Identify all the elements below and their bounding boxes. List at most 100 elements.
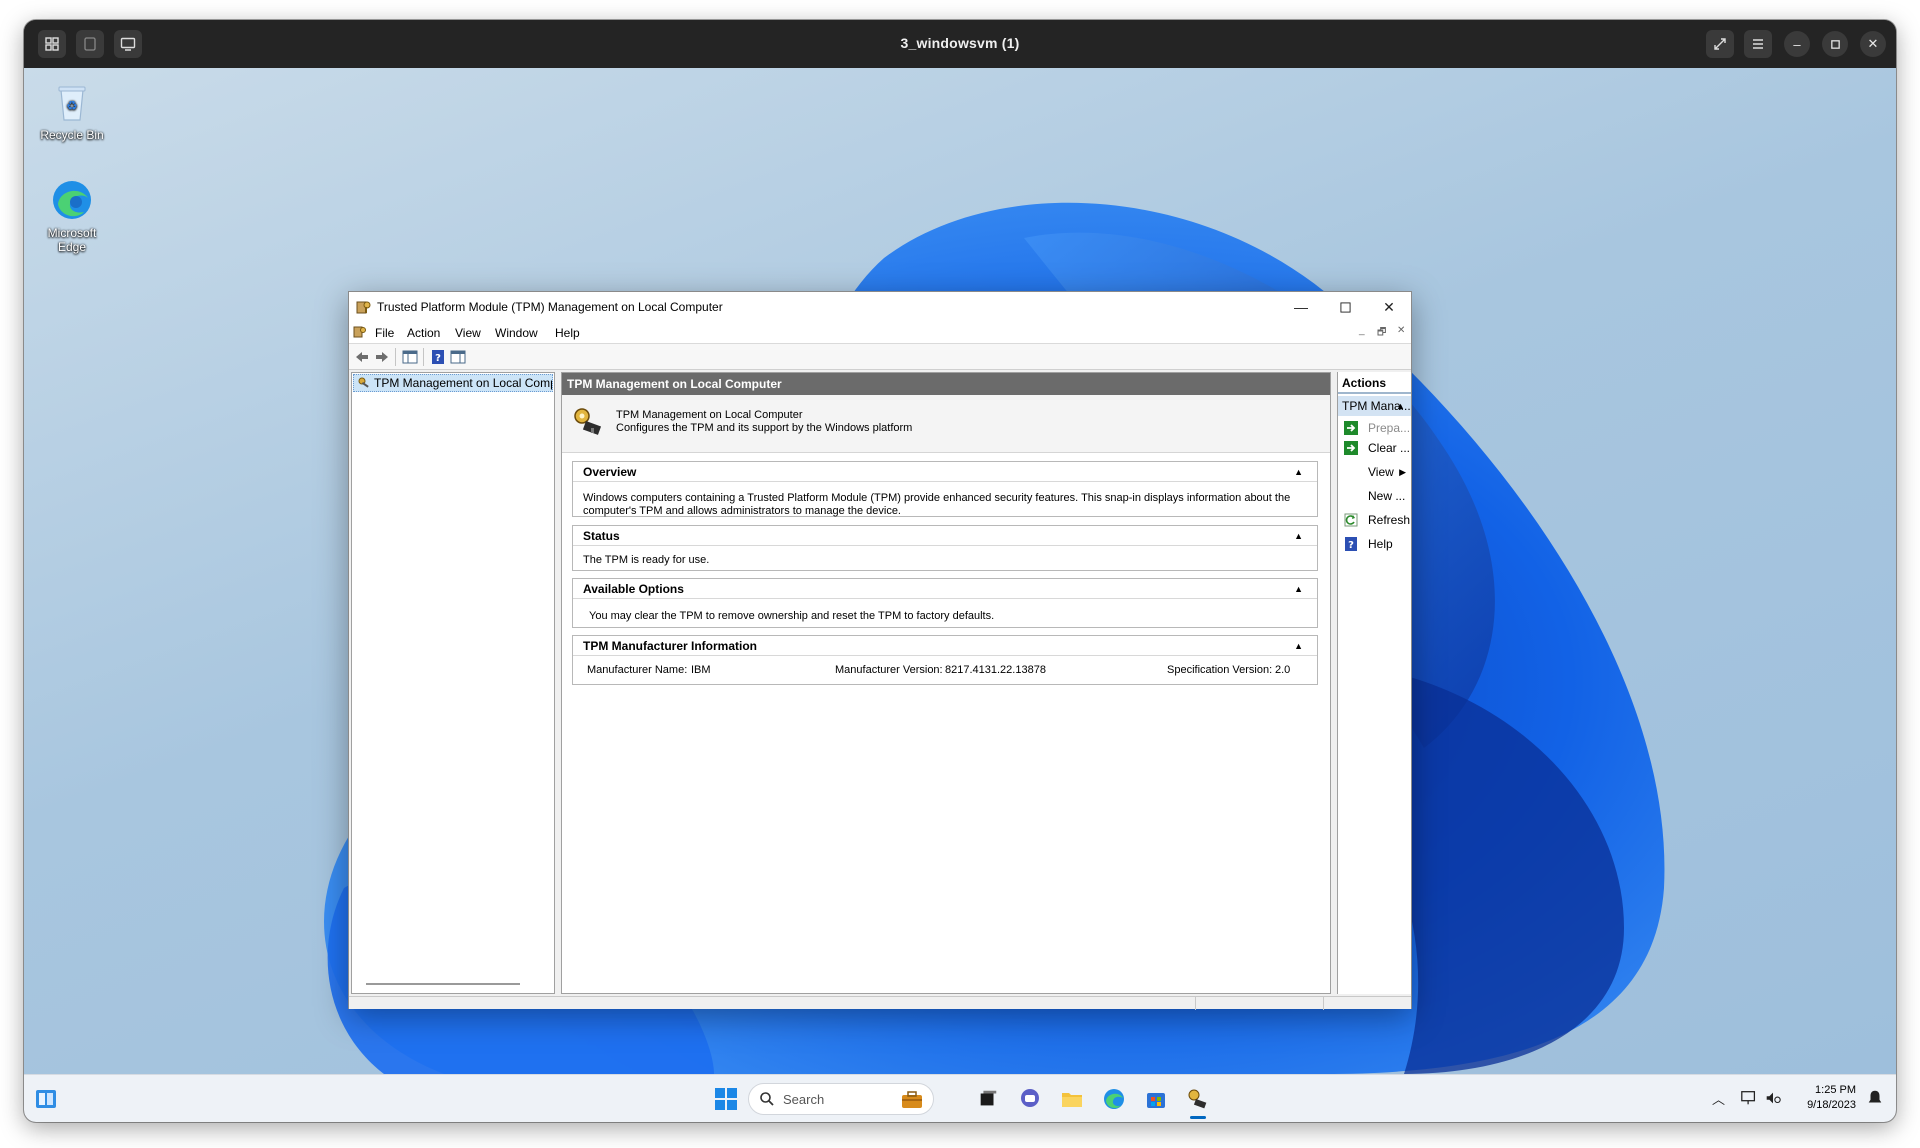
- menu-help[interactable]: Help: [555, 326, 580, 340]
- console-tree[interactable]: TPM Management on Local Comp: [351, 372, 555, 994]
- collapse-caret-icon[interactable]: ▲: [1294, 526, 1303, 546]
- status-divider: [1323, 997, 1324, 1010]
- manufacturer-version-label: Manufacturer Version:: [835, 664, 943, 676]
- refresh-icon: [1344, 513, 1358, 527]
- actions-title: Actions: [1338, 372, 1411, 394]
- vm-close-icon[interactable]: ✕: [1860, 31, 1886, 57]
- intro-title: TPM Management on Local Computer: [616, 409, 803, 421]
- collapse-caret-icon[interactable]: ▲: [1294, 636, 1303, 656]
- action-clear[interactable]: Clear ...: [1338, 438, 1412, 458]
- search-icon: [759, 1091, 775, 1107]
- status-section: Status ▲ The TPM is ready for use.: [572, 525, 1318, 571]
- close-button[interactable]: ✕: [1367, 292, 1411, 322]
- tpm-app-icon: [355, 299, 371, 315]
- green-arrow-icon: [1344, 421, 1358, 435]
- search-highlight-icon: [899, 1088, 925, 1112]
- menu-action[interactable]: Action: [407, 326, 440, 340]
- collapse-caret-icon[interactable]: ▲: [1294, 462, 1303, 482]
- show-hide-tree-icon[interactable]: [401, 348, 419, 366]
- help-icon: ?: [1344, 537, 1358, 551]
- back-icon[interactable]: [353, 348, 371, 366]
- action-view[interactable]: View ▶: [1338, 462, 1412, 482]
- action-refresh[interactable]: Refresh: [1338, 510, 1412, 530]
- manufacturer-section: TPM Manufacturer Information ▲ Manufactu…: [572, 635, 1318, 685]
- horizontal-scrollbar[interactable]: [366, 983, 520, 985]
- forward-icon[interactable]: [373, 348, 391, 366]
- desktop-icon-label: Microsoft Edge: [47, 226, 97, 254]
- manufacturer-title: TPM Manufacturer Information: [583, 639, 758, 653]
- tree-item-tpm-management[interactable]: TPM Management on Local Comp: [353, 374, 553, 392]
- intro-description: Configures the TPM and its support by th…: [616, 422, 913, 434]
- status-title: Status: [583, 529, 620, 543]
- volume-muted-icon[interactable]: [1764, 1089, 1784, 1109]
- search-placeholder: Search: [783, 1092, 825, 1107]
- show-hide-action-pane-icon[interactable]: [449, 348, 467, 366]
- widgets-icon[interactable]: [30, 1083, 62, 1115]
- console-icon[interactable]: [353, 325, 367, 339]
- network-icon[interactable]: [1740, 1089, 1760, 1109]
- action-new-window[interactable]: New ...: [1338, 486, 1412, 506]
- menu-bar: File Action View Window Help _ 🗗 ✕: [349, 322, 1411, 344]
- help-icon[interactable]: ?: [429, 348, 447, 366]
- overview-section: Overview ▲ Windows computers containing …: [572, 461, 1318, 517]
- vm-fullscreen-icon[interactable]: [1706, 30, 1734, 58]
- desktop-icon-edge[interactable]: Microsoft Edge: [34, 178, 110, 254]
- child-minimize-icon[interactable]: _: [1359, 325, 1365, 336]
- taskbar-search[interactable]: Search: [748, 1083, 934, 1115]
- menu-file[interactable]: File: [375, 326, 394, 340]
- vm-minimize-icon[interactable]: –: [1784, 31, 1810, 57]
- taskbar-clock[interactable]: 1:25 PM 9/18/2023: [1786, 1083, 1856, 1113]
- available-options-header[interactable]: Available Options ▲: [573, 579, 1317, 599]
- show-hidden-icons-chevron-icon[interactable]: ︿: [1712, 1089, 1725, 1108]
- available-options-title: Available Options: [583, 582, 684, 596]
- desktop-icon-recycle-bin[interactable]: ♻ Recycle Bin: [34, 80, 110, 142]
- available-options-text: You may clear the TPM to remove ownershi…: [589, 610, 995, 622]
- svg-text:♻: ♻: [66, 99, 78, 114]
- status-header[interactable]: Status ▲: [573, 526, 1317, 546]
- action-help[interactable]: ? Help: [1338, 534, 1412, 554]
- status-divider: [1195, 997, 1196, 1010]
- overview-header[interactable]: Overview ▲: [573, 462, 1317, 482]
- child-restore-icon[interactable]: 🗗: [1377, 325, 1386, 342]
- action-prepare[interactable]: Prepa...: [1338, 418, 1412, 438]
- vm-maximize-icon[interactable]: [1822, 31, 1848, 57]
- clock-date: 9/18/2023: [1807, 1099, 1856, 1111]
- status-text: The TPM is ready for use.: [583, 554, 710, 566]
- notifications-icon[interactable]: [1866, 1089, 1886, 1109]
- manufacturer-name-value: IBM: [691, 664, 711, 676]
- task-view-icon[interactable]: [972, 1083, 1004, 1115]
- maximize-button[interactable]: [1323, 292, 1367, 322]
- edge-icon: [50, 178, 94, 222]
- submenu-arrow-icon: ▶: [1399, 467, 1406, 477]
- actions-group-header[interactable]: TPM Mana... ▲: [1338, 396, 1411, 416]
- tree-item-label: TPM Management on Local Comp: [374, 376, 553, 390]
- manufacturer-header[interactable]: TPM Manufacturer Information ▲: [573, 636, 1317, 656]
- vm-menu-icon[interactable]: [1744, 30, 1772, 58]
- start-button[interactable]: [710, 1083, 742, 1115]
- window-titlebar[interactable]: Trusted Platform Module (TPM) Management…: [349, 292, 1411, 322]
- child-close-icon[interactable]: ✕: [1397, 325, 1405, 336]
- manufacturer-info: Manufacturer Name: IBM Manufacturer Vers…: [573, 656, 1317, 684]
- taskbar: Search ︿ 1:25 PM 9/18/2023: [24, 1074, 1896, 1122]
- vm-titlebar[interactable]: 3_windowsvm (1) – ✕: [24, 20, 1896, 68]
- manufacturer-version-value: 8217.4131.22.13878: [945, 664, 1046, 676]
- toolbar: ?: [349, 344, 1411, 370]
- actions-pane: Actions TPM Mana... ▲ Prepa... Clear ...…: [1337, 372, 1411, 994]
- desktop-icon-label: Recycle Bin: [40, 128, 104, 142]
- active-indicator: [1190, 1116, 1206, 1119]
- file-explorer-icon[interactable]: [1056, 1083, 1088, 1115]
- menu-view[interactable]: View: [455, 326, 481, 340]
- edge-icon[interactable]: [1098, 1083, 1130, 1115]
- svg-text:?: ?: [435, 353, 441, 364]
- menu-window[interactable]: Window: [495, 326, 538, 340]
- collapse-caret-icon[interactable]: ▲: [1396, 396, 1405, 416]
- minimize-button[interactable]: —: [1279, 292, 1323, 322]
- teams-chat-icon[interactable]: [1014, 1083, 1046, 1115]
- tpm-taskbar-icon[interactable]: [1182, 1083, 1214, 1119]
- spec-version-label: Specification Version:: [1167, 664, 1273, 676]
- microsoft-store-icon[interactable]: [1140, 1083, 1172, 1115]
- recycle-bin-icon: ♻: [50, 80, 94, 124]
- tpm-chip-icon: [572, 405, 606, 439]
- overview-title: Overview: [583, 465, 637, 479]
- collapse-caret-icon[interactable]: ▲: [1294, 579, 1303, 599]
